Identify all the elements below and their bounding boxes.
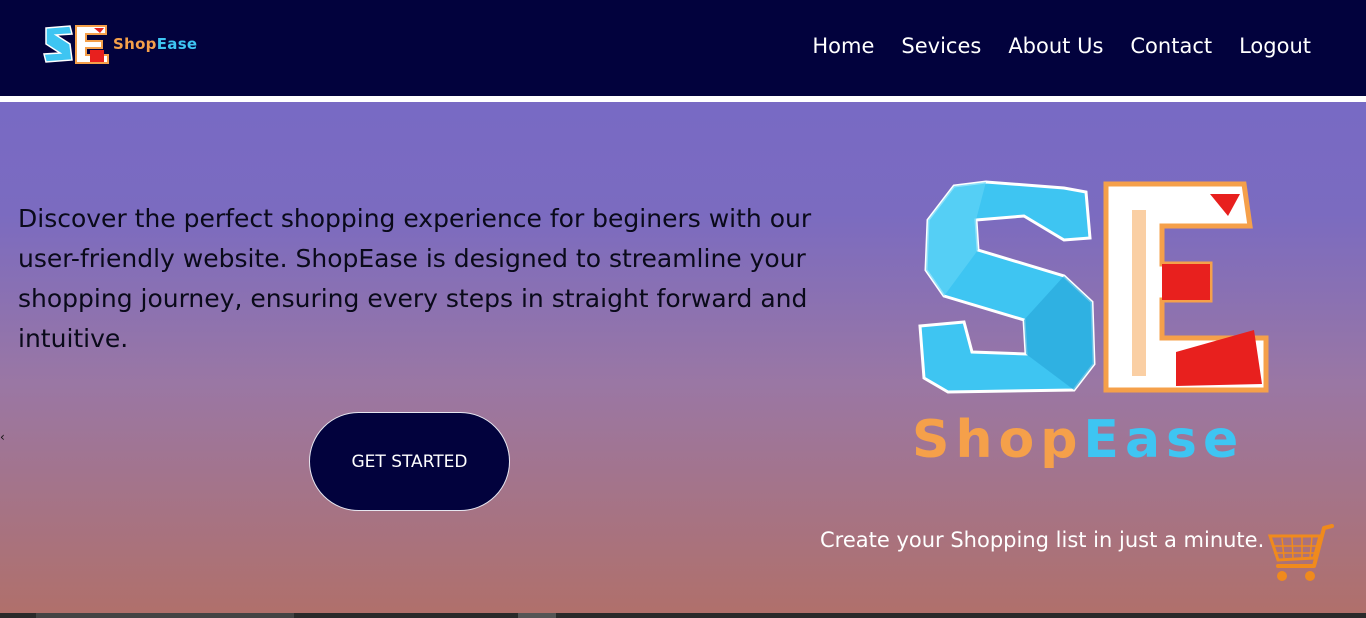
nav-link-logout[interactable]: Logout (1239, 34, 1311, 58)
navbar: ShopEase Home Sevices About Us Contact L… (0, 0, 1366, 96)
carousel-prev-mark[interactable]: ‹ (0, 430, 5, 444)
hero-description: Discover the perfect shopping experience… (18, 204, 812, 353)
shopping-cart-icon[interactable] (1266, 522, 1336, 586)
horizontal-scrollbar[interactable] (0, 613, 1366, 618)
nav-link-services[interactable]: Sevices (901, 34, 981, 58)
scrollbar-thumb[interactable] (518, 613, 556, 618)
hero-brand-name: ShopEase (912, 410, 1245, 470)
shopease-logo-icon (43, 25, 109, 64)
get-started-button[interactable]: GET STARTED (309, 412, 510, 511)
scrollbar-track-segment (36, 613, 294, 618)
nav-link-home[interactable]: Home (812, 34, 874, 58)
nav-link-about-us[interactable]: About Us (1008, 34, 1103, 58)
nav-link-contact[interactable]: Contact (1130, 34, 1212, 58)
hero-section: Discover the perfect shopping experience… (0, 102, 1366, 613)
shopease-large-logo-icon (918, 180, 1269, 394)
nav-links: Home Sevices About Us Contact Logout (812, 34, 1311, 58)
hero-tagline: Create your Shopping list in just a minu… (820, 528, 1265, 552)
nav-logo[interactable]: ShopEase (42, 22, 197, 66)
nav-brand-name: ShopEase (113, 35, 198, 53)
